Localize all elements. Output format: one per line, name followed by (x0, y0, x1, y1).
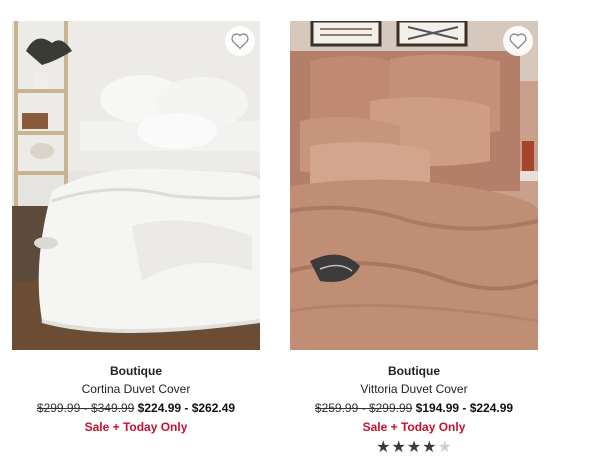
original-price: $259.99 - $299.99 (314, 401, 413, 415)
wishlist-heart-button[interactable] (225, 26, 255, 56)
bedding-photo-terracotta (290, 21, 538, 350)
heart-outline-icon (509, 33, 527, 50)
product-info: Boutique Cortina Duvet Cover $299.99 - $… (12, 364, 260, 434)
product-price: $259.99 - $299.99 $194.99 - $224.99 (290, 401, 538, 415)
star-filled-icon: ★ (422, 439, 437, 456)
heart-outline-icon (231, 33, 249, 50)
product-card-cortina[interactable]: Boutique Cortina Duvet Cover $299.99 - $… (12, 21, 260, 434)
product-card-vittoria[interactable]: Boutique Vittoria Duvet Cover $259.99 - … (290, 21, 538, 456)
star-rating[interactable]: ★ ★ ★ ★ ★ (290, 440, 538, 456)
star-filled-icon: ★ (376, 439, 391, 456)
star-empty-icon: ★ (437, 439, 452, 456)
promo-label: Sale + Today Only (84, 420, 188, 434)
product-name-link[interactable]: Vittoria Duvet Cover (290, 382, 538, 396)
sale-price: $224.99 - $262.49 (137, 401, 236, 415)
product-name-link[interactable]: Cortina Duvet Cover (12, 382, 260, 396)
sale-price: $194.99 - $224.99 (415, 401, 514, 415)
product-info: Boutique Vittoria Duvet Cover $259.99 - … (290, 364, 538, 456)
original-price: $299.99 - $349.99 (36, 401, 135, 415)
bedding-photo-white (12, 21, 260, 350)
product-brand: Boutique (110, 364, 162, 378)
product-image-cortina[interactable] (12, 21, 260, 350)
product-image-vittoria[interactable] (290, 21, 538, 350)
product-brand: Boutique (388, 364, 440, 378)
promo-label: Sale + Today Only (362, 420, 466, 434)
star-filled-icon: ★ (391, 439, 406, 456)
product-price: $299.99 - $349.99 $224.99 - $262.49 (12, 401, 260, 415)
star-filled-icon: ★ (406, 439, 422, 456)
wishlist-heart-button[interactable] (503, 26, 533, 56)
